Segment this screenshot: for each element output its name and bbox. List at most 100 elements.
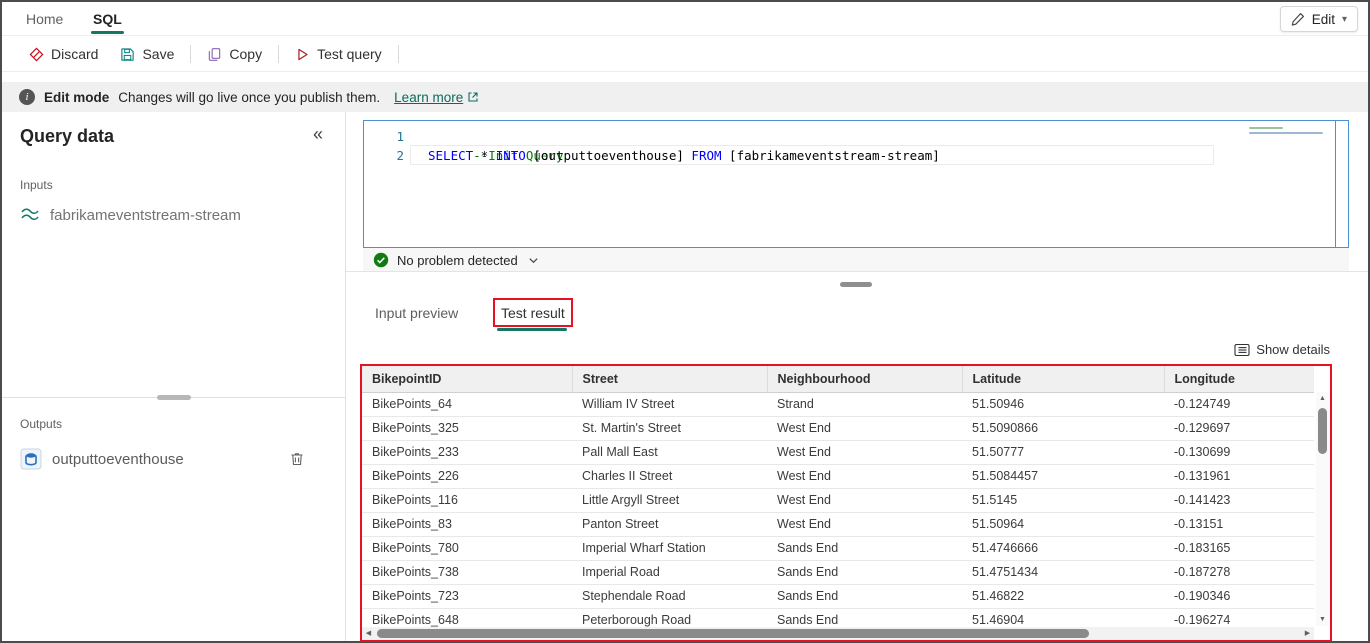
line-number: 1 [364,127,404,146]
chevron-down-icon[interactable] [528,255,539,266]
copy-button[interactable]: Copy [196,41,273,67]
tab-input-preview[interactable]: Input preview [375,305,458,321]
show-details-button[interactable]: Show details [1234,342,1330,357]
vertical-scroll-thumb[interactable] [1318,408,1327,454]
table-cell: Panton Street [572,512,767,536]
tab-sql[interactable]: SQL [93,2,122,36]
table-cell: West End [767,416,962,440]
edit-mode-banner: i Edit mode Changes will go live once yo… [2,82,1368,112]
column-header: Neighbourhood [767,366,962,392]
table-cell: -0.124749 [1164,392,1314,416]
pencil-icon [1291,12,1305,26]
table-cell: BikePoints_226 [362,464,572,488]
toolbar-separator [398,45,399,63]
column-header: Street [572,366,767,392]
inputs-section-label: Inputs [20,178,53,192]
output-item-eventhouse[interactable]: outputtoeventhouse [20,448,327,470]
test-result-grid: BikepointIDStreetNeighbourhoodLatitudeLo… [360,364,1332,642]
editor-minimap[interactable] [1245,123,1333,161]
horizontal-scrollbar[interactable]: ◀ ▶ [362,627,1314,640]
active-preview-tab-underline [497,328,567,331]
section-divider [346,271,1368,272]
discard-label: Discard [51,46,98,62]
table-cell: BikePoints_64 [362,392,572,416]
table-cell: Stephendale Road [572,584,767,608]
banner-message: Changes will go live once you publish th… [118,90,380,105]
table-cell: Strand [767,392,962,416]
learn-more-link[interactable]: Learn more [394,90,479,105]
table-row: BikePoints_738Imperial RoadSands End51.4… [362,560,1314,584]
table-cell: Sands End [767,560,962,584]
table-cell: BikePoints_233 [362,440,572,464]
copy-label: Copy [229,46,262,62]
external-link-icon [467,91,479,103]
table-cell: Charles II Street [572,464,767,488]
edit-split-button[interactable]: Edit ▾ [1280,6,1358,32]
toolbar-separator [278,45,279,63]
table-cell: 51.4746666 [962,536,1164,560]
scroll-down-arrow[interactable]: ▼ [1316,613,1329,626]
result-table-header-row: BikepointIDStreetNeighbourhoodLatitudeLo… [362,366,1314,392]
minimap-line [1249,127,1283,129]
table-cell: Sands End [767,536,962,560]
banner-title: Edit mode [44,90,109,105]
sidebar-resize-handle[interactable] [157,395,191,400]
horizontal-scroll-thumb[interactable] [377,629,1089,638]
tab-home[interactable]: Home [26,2,63,36]
table-cell: 51.4751434 [962,560,1164,584]
table-cell: BikePoints_325 [362,416,572,440]
vertical-scrollbar[interactable]: ▲ ▼ [1316,392,1329,626]
delete-output-icon[interactable] [289,451,305,467]
active-tab-underline [91,31,124,34]
test-query-button[interactable]: Test query [284,41,393,67]
table-row: BikePoints_226Charles II StreetWest End5… [362,464,1314,488]
query-data-panel: Query data « Inputs fabrikameventstream-… [2,112,346,641]
save-label: Save [142,46,174,62]
scroll-up-arrow[interactable]: ▲ [1316,392,1329,405]
show-details-label: Show details [1256,342,1330,357]
pane-resize-handle[interactable] [840,282,872,287]
editor-scrollbar[interactable] [1335,121,1348,247]
column-header: BikepointID [362,366,572,392]
status-message: No problem detected [397,253,518,268]
table-cell: West End [767,512,962,536]
input-item-eventstream[interactable]: fabrikameventstream-stream [20,206,327,224]
output-item-label: outputtoeventhouse [52,451,184,468]
scroll-right-arrow[interactable]: ▶ [1301,627,1314,640]
panel-title: Query data [20,126,114,147]
table-row: BikePoints_116Little Argyll StreetWest E… [362,488,1314,512]
command-toolbar: Discard Save Copy Test query [2,37,1368,72]
code-line-1: --Init Query [428,127,1238,146]
scroll-left-arrow[interactable]: ◀ [362,627,375,640]
table-cell: 51.5090866 [962,416,1164,440]
table-cell: 51.50964 [962,512,1164,536]
table-cell: Imperial Wharf Station [572,536,767,560]
sql-keyword: SELECT [428,148,473,163]
discard-button[interactable]: Discard [18,41,109,67]
table-row: BikePoints_83Panton StreetWest End51.509… [362,512,1314,536]
save-icon [120,47,135,62]
table-cell: BikePoints_116 [362,488,572,512]
app-window: Home SQL Edit ▾ Discard Save [0,0,1370,643]
table-cell: West End [767,440,962,464]
table-row: BikePoints_64William IV StreetStrand51.5… [362,392,1314,416]
table-row: BikePoints_233Pall Mall EastWest End51.5… [362,440,1314,464]
save-button[interactable]: Save [109,41,185,67]
table-cell: -0.13151 [1164,512,1314,536]
table-cell: West End [767,464,962,488]
result-table: BikepointIDStreetNeighbourhoodLatitudeLo… [362,366,1314,633]
info-icon: i [19,89,35,105]
table-cell: -0.190346 [1164,584,1314,608]
sidebar-splitter [2,397,345,398]
tab-test-result[interactable]: Test result [501,305,565,321]
table-cell: Pall Mall East [572,440,767,464]
outputs-section-label: Outputs [20,417,62,431]
table-cell: William IV Street [572,392,767,416]
sql-code-editor[interactable]: 1 2 --Init Query SELECT * INTO [outputto… [363,120,1349,248]
table-row: BikePoints_780Imperial Wharf StationSand… [362,536,1314,560]
table-cell: -0.183165 [1164,536,1314,560]
table-cell: -0.141423 [1164,488,1314,512]
chevron-down-icon: ▾ [1342,14,1347,25]
toolbar-separator [190,45,191,63]
collapse-panel-button[interactable]: « [313,124,323,145]
